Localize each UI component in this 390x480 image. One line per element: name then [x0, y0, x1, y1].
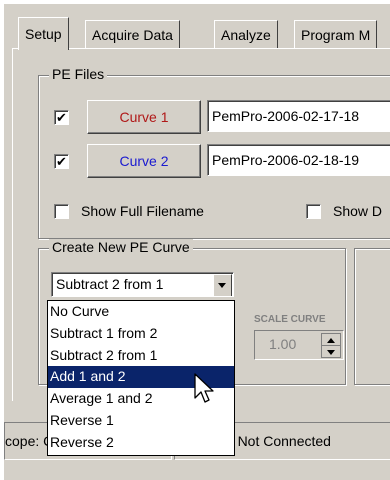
curve2-button[interactable]: Curve 2 — [87, 144, 201, 178]
curve-operation-selected: Subtract 2 from 1 — [56, 276, 164, 292]
scale-curve-spinner[interactable]: 1.00 — [254, 330, 344, 360]
chevron-down-icon[interactable] — [213, 274, 232, 296]
curve2-checkbox[interactable]: ✔ — [54, 154, 69, 169]
option-subtract-1-from-2[interactable]: Subtract 1 from 2 — [48, 323, 234, 345]
show-d-label: Show D — [333, 203, 383, 219]
option-subtract-2-from-1[interactable]: Subtract 2 from 1 — [48, 345, 234, 367]
option-reverse-2[interactable]: Reverse 2 — [48, 432, 234, 454]
scale-curve-value: 1.00 — [269, 336, 297, 352]
create-curve-legend: Create New PE Curve — [49, 239, 193, 255]
tab-program[interactable]: Program M — [294, 20, 378, 49]
curve1-button[interactable]: Curve 1 — [87, 100, 201, 134]
mouse-pointer-icon — [194, 373, 214, 403]
curve1-filename-field[interactable]: PemPro-2006-02-17-18 — [207, 100, 390, 132]
curve-operation-select[interactable]: Subtract 2 from 1 — [51, 272, 234, 297]
tab-acquire-data[interactable]: Acquire Data — [85, 20, 180, 49]
show-d-checkbox[interactable] — [306, 204, 321, 219]
tab-setup[interactable]: Setup — [18, 17, 69, 50]
pe-files-legend: PE Files — [49, 66, 108, 82]
option-no-curve[interactable]: No Curve — [48, 301, 234, 323]
scale-curve-label: SCALE CURVE — [254, 314, 326, 325]
option-reverse-1[interactable]: Reverse 1 — [48, 410, 234, 432]
show-full-filename-checkbox[interactable] — [54, 204, 69, 219]
tab-analyze[interactable]: Analyze — [214, 20, 278, 49]
spin-down-button[interactable] — [321, 345, 341, 358]
side-group — [354, 248, 390, 385]
curve2-filename-field[interactable]: PemPro-2006-02-18-19 — [207, 144, 390, 176]
curve1-checkbox[interactable]: ✔ — [54, 110, 69, 125]
show-full-filename-label: Show Full Filename — [81, 203, 204, 219]
